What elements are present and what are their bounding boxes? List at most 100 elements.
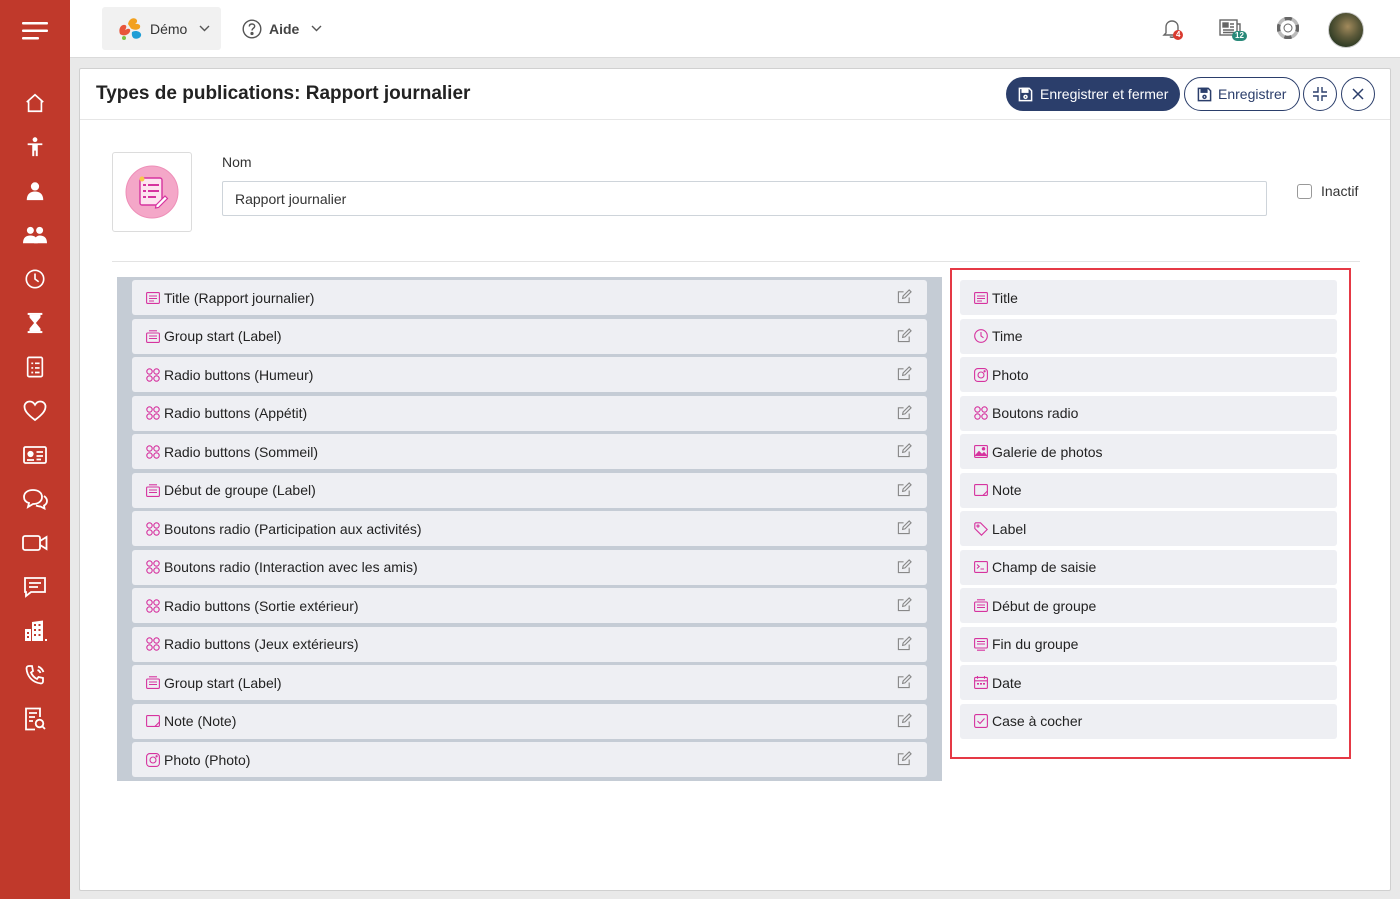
- form-field-item[interactable]: Note (Note): [132, 703, 927, 739]
- form-field-item[interactable]: Début de groupe (Label): [132, 472, 927, 508]
- form-field-label: Group start (Label): [164, 328, 282, 344]
- group-start-icon: [146, 328, 163, 344]
- video-icon[interactable]: [0, 528, 70, 558]
- palette-item[interactable]: Fin du groupe: [960, 626, 1337, 662]
- palette-item-label: Galerie de photos: [992, 443, 1103, 460]
- form-field-label: Radio buttons (Jeux extérieurs): [164, 636, 359, 652]
- avatar[interactable]: [1328, 12, 1364, 48]
- form-field-item[interactable]: Radio buttons (Sortie extérieur): [132, 588, 927, 623]
- title-icon: [146, 290, 163, 306]
- palette-item-label: Début de groupe: [992, 597, 1097, 614]
- note-icon: [146, 713, 163, 729]
- form-field-item[interactable]: Boutons radio (Participation aux activit…: [132, 511, 927, 546]
- edit-icon[interactable]: [897, 674, 913, 690]
- home-icon[interactable]: [0, 88, 70, 118]
- form-field-item[interactable]: Radio buttons (Appétit): [132, 395, 927, 431]
- form-field-item[interactable]: Boutons radio (Interaction avec les amis…: [132, 549, 927, 585]
- form-fields-list: Title (Rapport journalier) Group start (L…: [117, 277, 942, 781]
- save-icon: [1018, 87, 1033, 102]
- type-icon-picker[interactable]: [112, 152, 192, 232]
- message-icon[interactable]: [0, 572, 70, 602]
- palette-item-label: Label: [992, 520, 1027, 537]
- user-icon[interactable]: [0, 176, 70, 206]
- newspaper-icon[interactable]: 12: [1216, 14, 1247, 42]
- lifebuoy-icon[interactable]: [1274, 14, 1302, 42]
- top-bar: Démo Aide 4 12: [70, 0, 1400, 58]
- menu-icon[interactable]: [0, 0, 70, 62]
- form-field-item[interactable]: Radio buttons (Jeux extérieurs): [132, 626, 927, 662]
- edit-icon[interactable]: [897, 712, 913, 729]
- aide-label: Aide: [269, 20, 300, 37]
- form-field-label: Boutons radio (Interaction avec les amis…: [164, 559, 418, 575]
- edit-icon[interactable]: [897, 751, 913, 767]
- edit-icon[interactable]: [897, 327, 913, 344]
- edit-icon[interactable]: [897, 558, 913, 575]
- form-field-label: Title (Rapport journalier): [164, 289, 315, 306]
- radio-buttons-icon: [146, 444, 163, 460]
- palette-item[interactable]: Title: [960, 280, 1337, 315]
- palette-item[interactable]: Time: [960, 318, 1337, 354]
- collapse-button[interactable]: [1303, 77, 1337, 111]
- edit-icon[interactable]: [897, 366, 913, 382]
- tag-icon: [974, 521, 991, 537]
- edit-icon[interactable]: [897, 597, 913, 613]
- form-field-item[interactable]: Photo (Photo): [132, 742, 927, 777]
- demo-label: Démo: [150, 20, 188, 37]
- list-doc-icon[interactable]: [0, 352, 70, 382]
- palette-item[interactable]: Boutons radio: [960, 395, 1337, 431]
- palette-item[interactable]: Case à cocher: [960, 703, 1337, 739]
- aide-dropdown[interactable]: Aide: [240, 7, 340, 50]
- phone-icon[interactable]: [0, 660, 70, 690]
- news-badge: 12: [1232, 31, 1247, 41]
- image-icon: [974, 444, 991, 460]
- edit-icon[interactable]: [897, 289, 913, 305]
- palette-item[interactable]: Photo: [960, 357, 1337, 392]
- palette-item[interactable]: Champ de saisie: [960, 549, 1337, 585]
- save-and-close-button[interactable]: Enregistrer et fermer: [1006, 77, 1180, 111]
- form-field-label: Note (Note): [164, 713, 237, 729]
- form-field-item[interactable]: Group start (Label): [132, 665, 927, 700]
- calendar-icon: [974, 675, 991, 691]
- demo-dropdown[interactable]: Démo: [102, 7, 221, 50]
- edit-icon[interactable]: [897, 443, 913, 459]
- form-field-item[interactable]: Radio buttons (Humeur): [132, 357, 927, 392]
- form-field-item[interactable]: Title (Rapport journalier): [132, 280, 927, 315]
- close-icon: [1351, 87, 1365, 101]
- palette-item[interactable]: Début de groupe: [960, 588, 1337, 623]
- hourglass-icon[interactable]: [0, 308, 70, 338]
- form-field-label: Group start (Label): [164, 674, 282, 691]
- edit-icon[interactable]: [897, 520, 913, 536]
- editor-panel: Types de publications: Rapport journalie…: [79, 68, 1391, 891]
- palette-item-label: Fin du groupe: [992, 636, 1079, 652]
- save-button[interactable]: Enregistrer: [1184, 77, 1300, 111]
- chat-icon[interactable]: [0, 484, 70, 514]
- form-field-item[interactable]: Radio buttons (Sommeil): [132, 434, 927, 469]
- clock-icon[interactable]: [0, 264, 70, 294]
- close-button[interactable]: [1341, 77, 1375, 111]
- palette-item[interactable]: Label: [960, 511, 1337, 546]
- camera-icon: [146, 752, 163, 768]
- id-card-icon[interactable]: [0, 440, 70, 470]
- bell-icon[interactable]: 4: [1158, 14, 1186, 42]
- form-field-item[interactable]: Group start (Label): [132, 318, 927, 354]
- page-title: Types de publications: Rapport journalie…: [96, 83, 471, 104]
- heart-icon[interactable]: [0, 396, 70, 426]
- users-icon[interactable]: [0, 220, 70, 250]
- save-icon: [1197, 87, 1212, 102]
- report-icon[interactable]: [0, 704, 70, 734]
- group-start-icon: [974, 598, 991, 614]
- palette-item[interactable]: Note: [960, 472, 1337, 508]
- edit-icon[interactable]: [897, 481, 913, 498]
- palette-item[interactable]: Galerie de photos: [960, 434, 1337, 469]
- note-icon: [974, 482, 991, 498]
- child-icon[interactable]: [0, 132, 70, 162]
- inactif-checkbox[interactable]: [1297, 184, 1312, 199]
- form-field-label: Photo (Photo): [164, 751, 251, 768]
- sidebar: [0, 0, 70, 899]
- palette-item[interactable]: Date: [960, 665, 1337, 700]
- building-icon[interactable]: [0, 616, 70, 646]
- edit-icon[interactable]: [897, 404, 913, 421]
- edit-icon[interactable]: [897, 635, 913, 652]
- demo-logo-icon: [116, 16, 146, 42]
- nom-input[interactable]: [222, 181, 1267, 216]
